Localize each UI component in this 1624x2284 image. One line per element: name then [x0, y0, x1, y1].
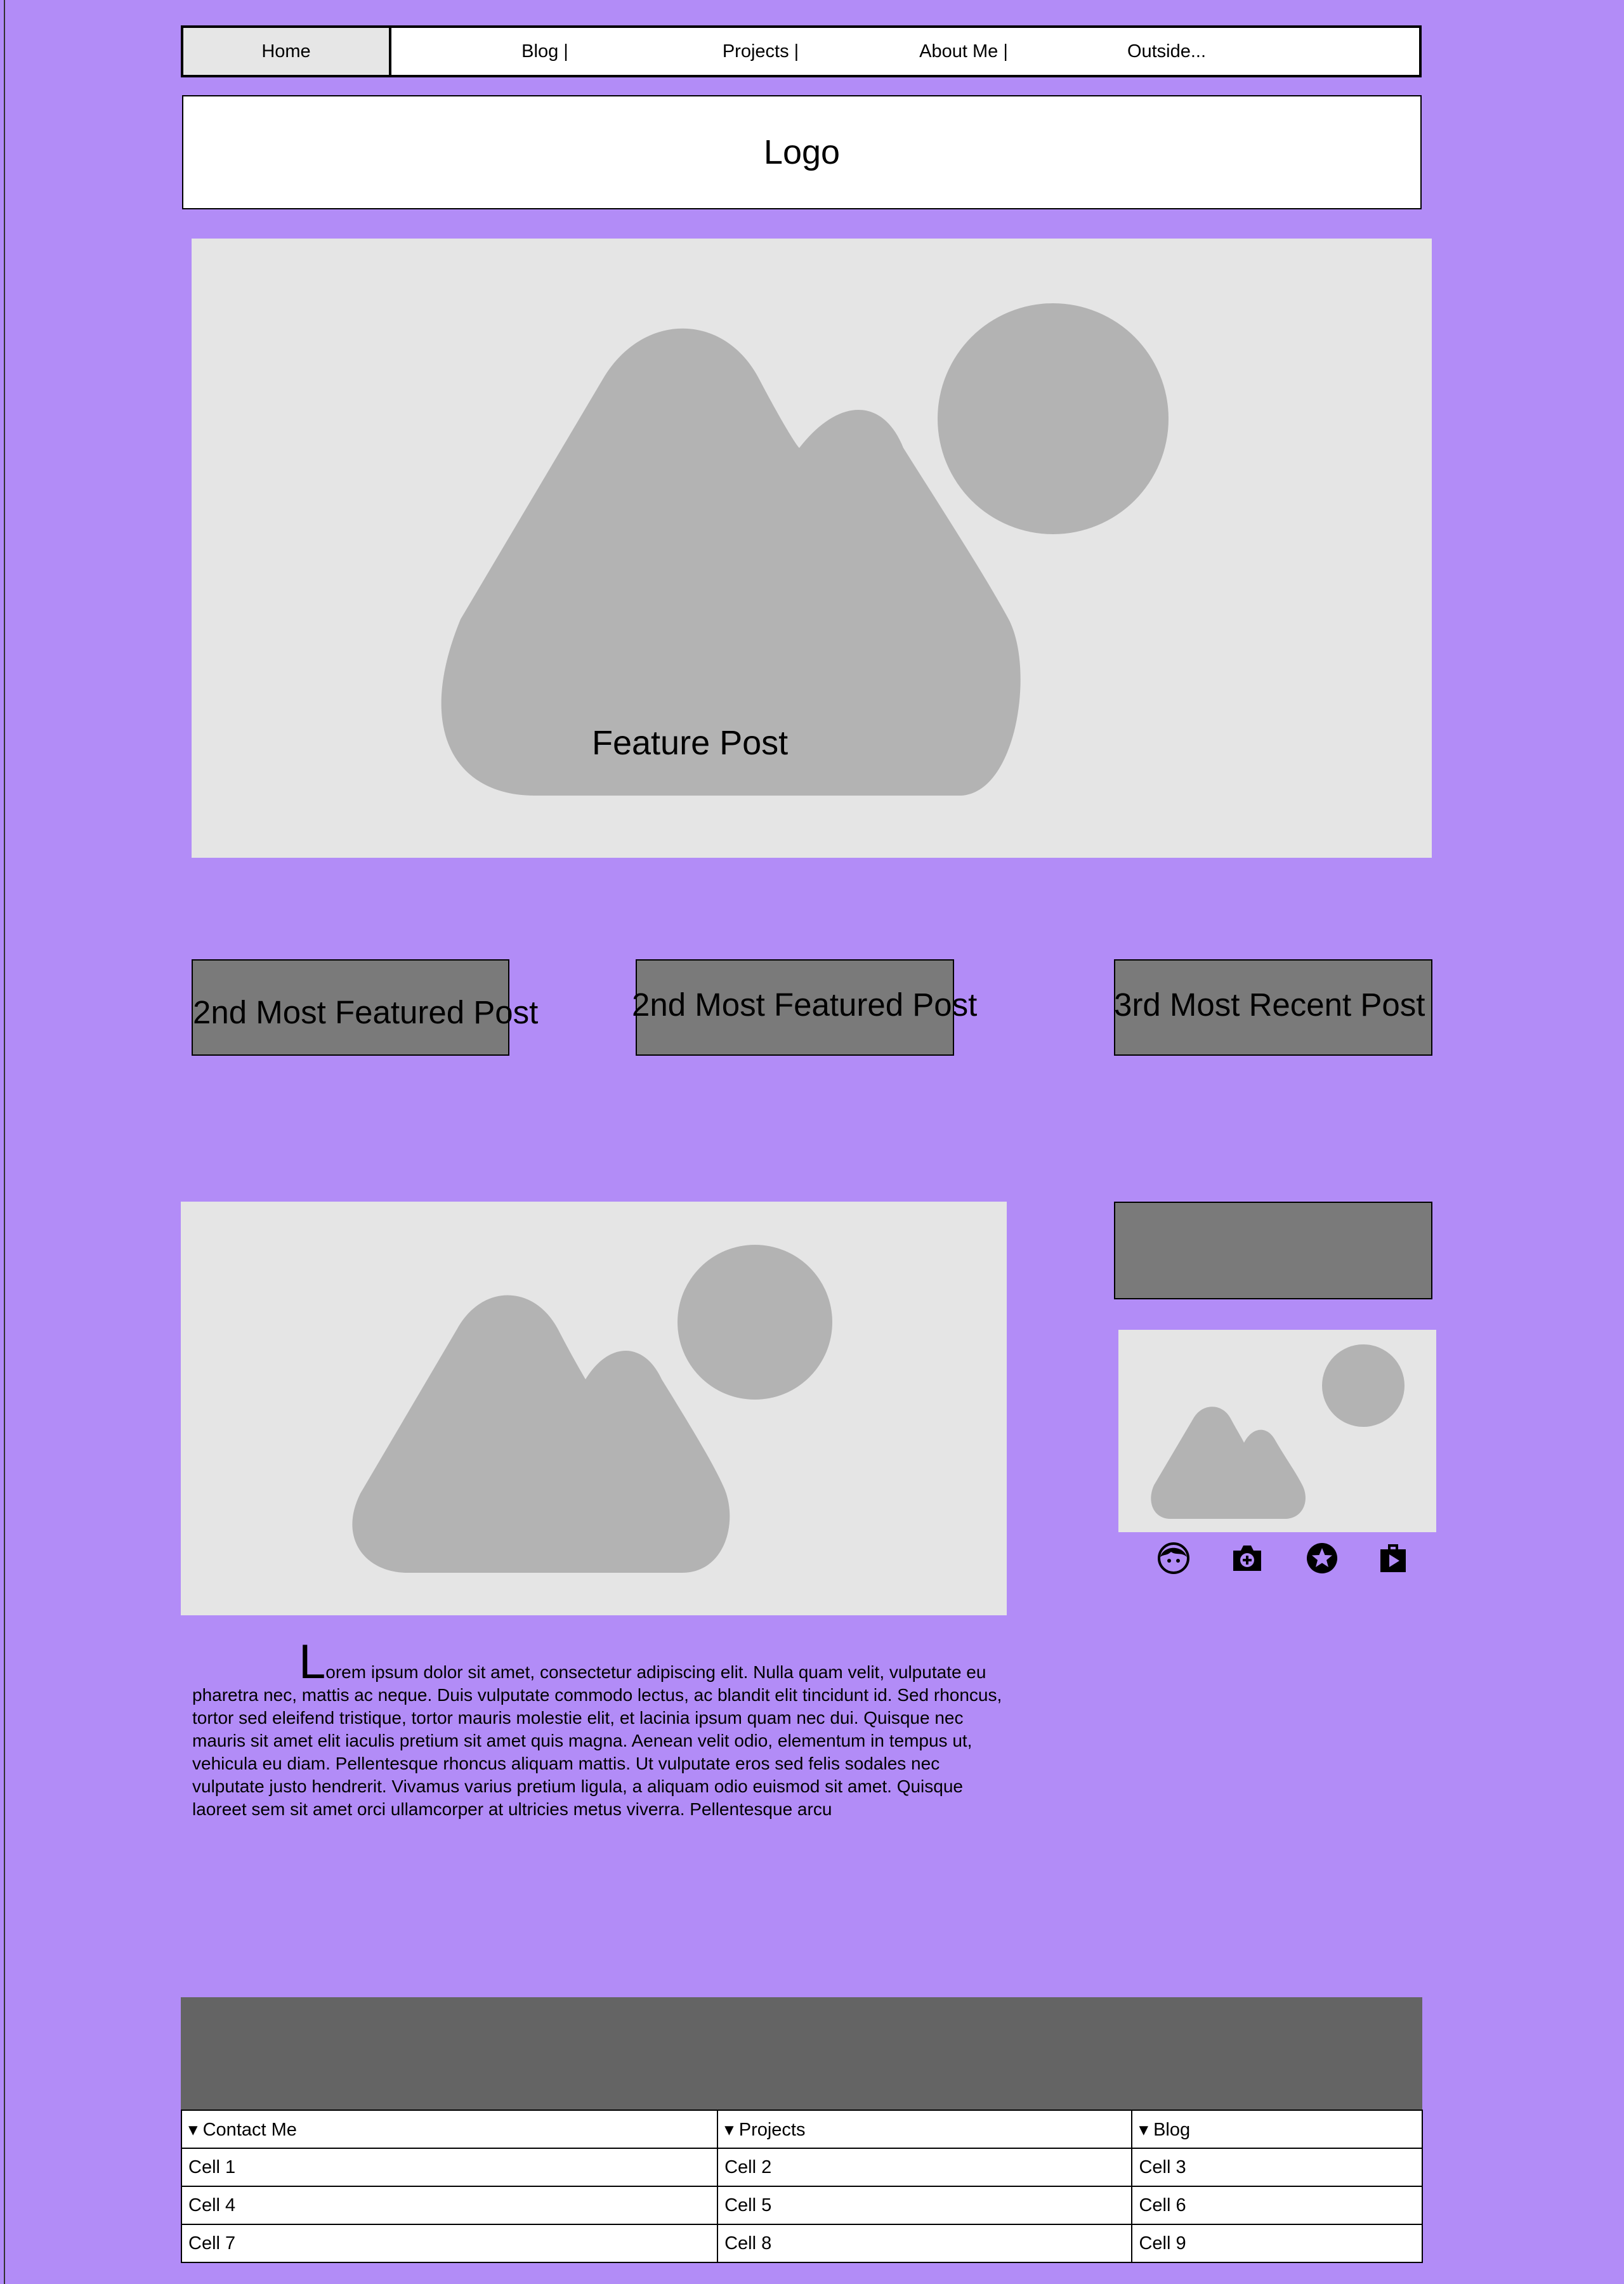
recent-post-card-3-label: 3rd Most Recent Post — [1114, 987, 1425, 1023]
footer-band — [181, 1997, 1422, 2110]
article-image[interactable] — [181, 1202, 1007, 1615]
face-icon[interactable] — [1157, 1542, 1190, 1575]
image-placeholder-icon — [441, 303, 1169, 796]
article-dropcap: L — [299, 1635, 326, 1689]
table-row: Cell 1 Cell 2 Cell 3 — [180, 2148, 1423, 2187]
footer-header-row: ▾ Contact Me ▾ Projects ▾ Blog — [180, 2110, 1423, 2149]
top-nav: Home Blog | Projects | About Me | Outsid… — [181, 25, 1422, 77]
footer-dropdown-contact-me[interactable]: ▾ Contact Me — [180, 2110, 719, 2149]
table-cell[interactable]: Cell 6 — [1131, 2186, 1423, 2225]
nav-item-outside[interactable]: Outside... — [1065, 28, 1268, 75]
table-cell[interactable]: Cell 2 — [717, 2148, 1133, 2187]
table-cell[interactable]: Cell 3 — [1131, 2148, 1423, 2187]
feature-post-image[interactable]: Feature Post — [192, 239, 1432, 858]
image-placeholder-icon — [1151, 1344, 1405, 1519]
table-cell[interactable]: Cell 9 — [1131, 2224, 1423, 2263]
table-cell[interactable]: Cell 4 — [180, 2186, 719, 2225]
page-left-border — [4, 0, 5, 2284]
table-row: Cell 7 Cell 8 Cell 9 — [180, 2224, 1423, 2263]
featured-post-card-2-label: 2nd Most Featured Post — [632, 987, 978, 1023]
featured-post-card-1-label: 2nd Most Featured Post — [193, 994, 539, 1030]
nav-item-blog[interactable]: Blog | — [450, 28, 640, 75]
table-cell[interactable]: Cell 1 — [180, 2148, 719, 2187]
nav-item-home[interactable]: Home — [183, 28, 391, 75]
image-placeholder-icon — [352, 1245, 832, 1573]
logo[interactable]: Logo — [182, 95, 1422, 209]
footer-table: ▾ Contact Me ▾ Projects ▾ Blog Cell 1 Ce… — [180, 2110, 1423, 2263]
media-play-icon[interactable] — [1377, 1542, 1410, 1575]
footer-dropdown-projects[interactable]: ▾ Projects — [717, 2110, 1133, 2149]
table-cell[interactable]: Cell 5 — [717, 2186, 1133, 2225]
logo-text: Logo — [763, 133, 841, 171]
nav-item-about-me[interactable]: About Me | — [862, 28, 1065, 75]
table-cell[interactable]: Cell 7 — [180, 2224, 719, 2263]
sidebar-image[interactable] — [1118, 1330, 1436, 1532]
footer-dropdown-blog[interactable]: ▾ Blog — [1131, 2110, 1423, 2149]
camera-icon[interactable] — [1231, 1542, 1264, 1575]
star-icon[interactable] — [1306, 1542, 1339, 1575]
table-row: Cell 4 Cell 5 Cell 6 — [180, 2186, 1423, 2225]
article-body: orem ipsum dolor sit amet, consectetur a… — [192, 1662, 1002, 1819]
article-text: Lorem ipsum dolor sit amet, consectetur … — [192, 1638, 1007, 1821]
nav-item-projects[interactable]: Projects | — [659, 28, 862, 75]
feature-post-label: Feature Post — [592, 724, 789, 762]
table-cell[interactable]: Cell 8 — [717, 2224, 1133, 2263]
sidebar-banner[interactable] — [1114, 1202, 1432, 1299]
